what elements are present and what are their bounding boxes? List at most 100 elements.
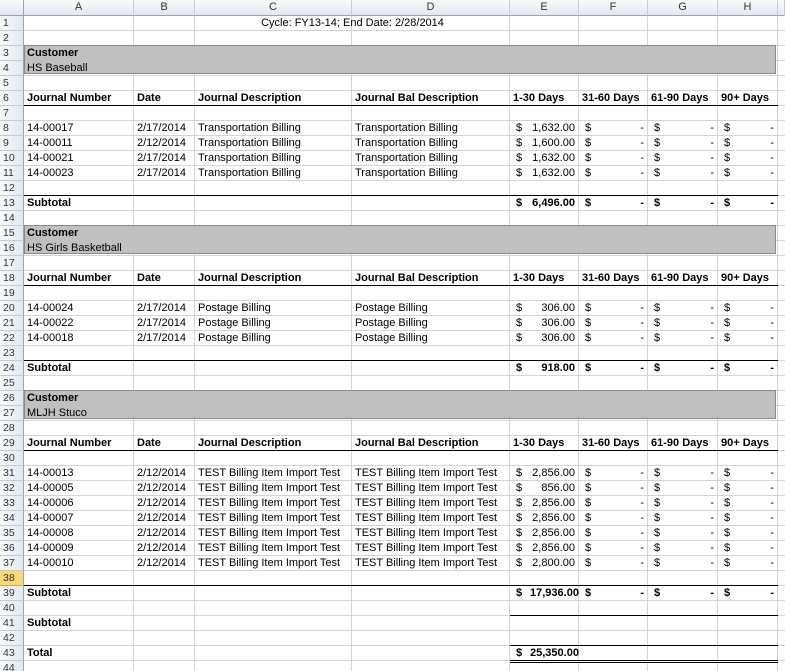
header-journal-number[interactable]: Journal Number — [27, 271, 135, 286]
subtotal-F-value[interactable]: - — [599, 196, 644, 211]
journal-bal-description-cell[interactable]: Transportation Billing — [355, 121, 510, 136]
journal-bal-description-cell[interactable]: TEST Billing Item Import Test — [355, 496, 510, 511]
customer-name[interactable]: HS Baseball — [27, 61, 227, 76]
journal-number-cell[interactable]: 14-00013 — [27, 466, 135, 481]
date-cell[interactable]: 2/12/2014 — [137, 136, 195, 151]
journal-bal-description-cell[interactable]: Transportation Billing — [355, 166, 510, 181]
amount-F-symbol[interactable]: $ — [585, 136, 599, 151]
amount-G-value[interactable]: - — [668, 121, 714, 136]
amount-F-value[interactable]: - — [599, 136, 644, 151]
amount-F-value[interactable]: - — [599, 151, 644, 166]
header-journal-bal-description[interactable]: Journal Bal Description — [355, 271, 505, 286]
row-header-36[interactable]: 36 — [0, 541, 24, 556]
date-cell[interactable]: 2/17/2014 — [137, 301, 195, 316]
amount-H-symbol[interactable]: $ — [724, 511, 738, 526]
date-cell[interactable]: 2/12/2014 — [137, 511, 195, 526]
amount-F-symbol[interactable]: $ — [585, 511, 599, 526]
row-header-5[interactable]: 5 — [0, 76, 24, 91]
amount-1-30-value[interactable]: 2,856.00 — [530, 496, 575, 511]
amount-1-30-symbol[interactable]: $ — [516, 151, 530, 166]
row-header-20[interactable]: 20 — [0, 301, 24, 316]
row-header-29[interactable]: 29 — [0, 436, 24, 451]
amount-G-symbol[interactable]: $ — [654, 511, 668, 526]
date-cell[interactable]: 2/12/2014 — [137, 496, 195, 511]
row-header-21[interactable]: 21 — [0, 316, 24, 331]
journal-number-cell[interactable]: 14-00010 — [27, 556, 135, 571]
amount-G-value[interactable]: - — [668, 556, 714, 571]
date-cell[interactable]: 2/12/2014 — [137, 541, 195, 556]
amount-H-value[interactable]: - — [738, 331, 774, 346]
amount-H-symbol[interactable]: $ — [724, 496, 738, 511]
date-cell[interactable]: 2/17/2014 — [137, 166, 195, 181]
row-header-26[interactable]: 26 — [0, 391, 24, 406]
date-cell[interactable]: 2/17/2014 — [137, 121, 195, 136]
row-header-35[interactable]: 35 — [0, 526, 24, 541]
amount-G-value[interactable]: - — [668, 481, 714, 496]
header-61-90-days[interactable]: 61-90 Days — [651, 436, 716, 451]
amount-F-symbol[interactable]: $ — [585, 496, 599, 511]
row-header-13[interactable]: 13 — [0, 196, 24, 211]
row-header-31[interactable]: 31 — [0, 466, 24, 481]
column-header-F[interactable]: F — [579, 0, 648, 16]
amount-G-symbol[interactable]: $ — [654, 166, 668, 181]
amount-1-30-value[interactable]: 1,632.00 — [530, 151, 575, 166]
amount-F-value[interactable]: - — [599, 541, 644, 556]
amount-1-30-symbol[interactable]: $ — [516, 136, 530, 151]
amount-G-symbol[interactable]: $ — [654, 496, 668, 511]
customer-label[interactable]: Customer — [27, 226, 147, 241]
amount-F-value[interactable]: - — [599, 496, 644, 511]
subtotal-H-value[interactable]: - — [738, 361, 774, 376]
amount-H-value[interactable]: - — [738, 466, 774, 481]
journal-bal-description-cell[interactable]: TEST Billing Item Import Test — [355, 481, 510, 496]
row-header-14[interactable]: 14 — [0, 211, 24, 226]
amount-H-value[interactable]: - — [738, 121, 774, 136]
row-header-6[interactable]: 6 — [0, 91, 24, 106]
amount-1-30-symbol[interactable]: $ — [516, 466, 530, 481]
date-cell[interactable]: 2/12/2014 — [137, 556, 195, 571]
header-journal-number[interactable]: Journal Number — [27, 91, 135, 106]
amount-H-symbol[interactable]: $ — [724, 301, 738, 316]
amount-H-symbol[interactable]: $ — [724, 331, 738, 346]
amount-G-symbol[interactable]: $ — [654, 541, 668, 556]
journal-description-cell[interactable]: Postage Billing — [198, 331, 353, 346]
header-journal-description[interactable]: Journal Description — [198, 91, 348, 106]
amount-G-value[interactable]: - — [668, 466, 714, 481]
date-cell[interactable]: 2/17/2014 — [137, 151, 195, 166]
amount-G-symbol[interactable]: $ — [654, 301, 668, 316]
subtotal-H-value[interactable]: - — [738, 586, 774, 601]
amount-H-symbol[interactable]: $ — [724, 316, 738, 331]
amount-G-value[interactable]: - — [668, 166, 714, 181]
subtotal-G-value[interactable]: - — [668, 361, 714, 376]
header-90-plus-days[interactable]: 90+ Days — [721, 271, 781, 286]
header-1-30-days[interactable]: 1-30 Days — [513, 271, 578, 286]
subtotal-G-value[interactable]: - — [668, 586, 714, 601]
spreadsheet[interactable]: A B C D E F G H 1 2 3 4 5 6 7 8 9 10 11 12 13 14 15 16 17 18 19 20 2… — [0, 0, 785, 671]
journal-bal-description-cell[interactable]: Postage Billing — [355, 301, 510, 316]
amount-G-symbol[interactable]: $ — [654, 481, 668, 496]
amount-F-symbol[interactable]: $ — [585, 526, 599, 541]
row-header-15[interactable]: 15 — [0, 226, 24, 241]
column-header-C[interactable]: C — [195, 0, 352, 16]
subtotal-1-30-symbol[interactable]: $ — [516, 196, 530, 211]
amount-1-30-value[interactable]: 2,856.00 — [530, 541, 575, 556]
header-31-60-days[interactable]: 31-60 Days — [582, 271, 647, 286]
date-cell[interactable]: 2/12/2014 — [137, 481, 195, 496]
subtotal-H-symbol[interactable]: $ — [724, 586, 738, 601]
amount-F-value[interactable]: - — [599, 511, 644, 526]
column-header-D[interactable]: D — [352, 0, 510, 16]
row-header-1[interactable]: 1 — [0, 16, 24, 31]
amount-F-value[interactable]: - — [599, 301, 644, 316]
amount-F-symbol[interactable]: $ — [585, 481, 599, 496]
journal-number-cell[interactable]: 14-00005 — [27, 481, 135, 496]
row-header-3[interactable]: 3 — [0, 46, 24, 61]
amount-1-30-symbol[interactable]: $ — [516, 496, 530, 511]
subtotal-1-30-value[interactable]: 918.00 — [530, 361, 575, 376]
amount-H-symbol[interactable]: $ — [724, 556, 738, 571]
amount-G-symbol[interactable]: $ — [654, 136, 668, 151]
amount-1-30-symbol[interactable]: $ — [516, 316, 530, 331]
amount-H-symbol[interactable]: $ — [724, 466, 738, 481]
subtotal-G-symbol[interactable]: $ — [654, 361, 668, 376]
journal-description-cell[interactable]: Transportation Billing — [198, 121, 353, 136]
journal-number-cell[interactable]: 14-00008 — [27, 526, 135, 541]
row-header-37[interactable]: 37 — [0, 556, 24, 571]
